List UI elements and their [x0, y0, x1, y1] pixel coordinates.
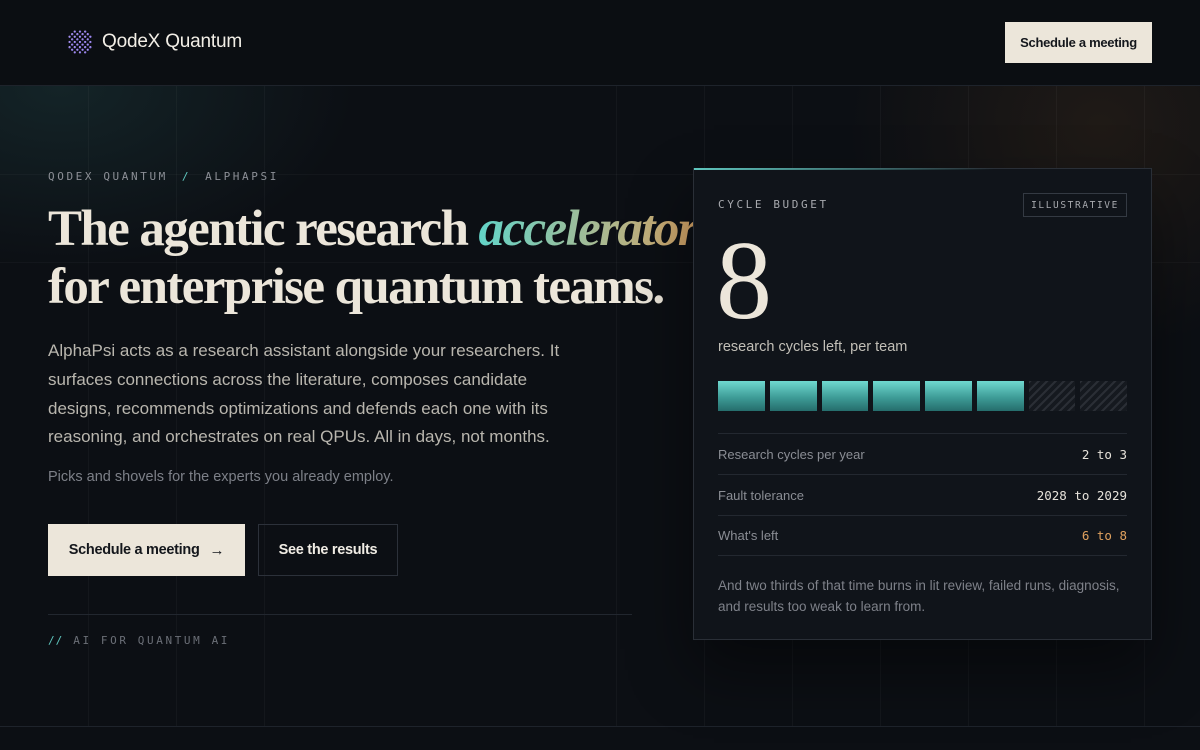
logo-dot	[89, 35, 92, 38]
logo-dot	[73, 35, 76, 38]
logo-dot	[78, 46, 82, 49]
headline-line2: for enterprise quantum teams.	[48, 259, 665, 315]
cycle-block-filled	[925, 381, 972, 411]
cycles-left-subtitle: research cycles left, per team	[718, 339, 908, 355]
cycle-block-filled	[976, 381, 1024, 411]
cycle-block-filled	[821, 381, 869, 411]
schedule-meeting-label: Schedule a meeting	[68, 542, 200, 558]
stat-label: Fault tolerance	[718, 487, 804, 503]
section-divider	[0, 726, 1200, 727]
headline-accent: accelerator	[478, 201, 698, 257]
brand-name: QodeX Quantum	[102, 31, 242, 52]
page-title: The agentic research accelerator for ent…	[48, 200, 698, 316]
logo-dot	[86, 33, 89, 36]
stat-value: 2 to 3	[1081, 446, 1127, 462]
logo-dot	[81, 43, 84, 46]
logo-dot	[84, 51, 87, 54]
logo-dot	[73, 51, 76, 54]
logo-dot	[81, 33, 84, 36]
logo-dot	[73, 46, 76, 49]
logo-dot	[89, 46, 92, 49]
logo-dot	[81, 38, 84, 41]
logo-dot	[68, 40, 71, 44]
stat-row: What's left 6 to 8	[718, 515, 1127, 556]
illustrative-badge: ILLUSTRATIVE	[1023, 193, 1127, 217]
logo-dot	[89, 40, 92, 44]
logo-dot	[76, 33, 79, 36]
stat-label: Research cycles per year	[718, 446, 865, 462]
site-header: QodeX Quantum Schedule a meeting	[0, 0, 1200, 86]
logo-dot	[84, 40, 87, 44]
hero-tagline: Picks and shovels for the experts you al…	[48, 469, 394, 485]
logo-dot	[71, 43, 74, 46]
logo-dot	[86, 38, 89, 41]
cycle-block-filled	[718, 381, 765, 411]
logo-dot	[76, 38, 79, 41]
stat-row: Research cycles per year 2 to 3	[718, 433, 1127, 474]
schedule-meeting-header-button[interactable]: Schedule a meeting	[1005, 22, 1152, 63]
schedule-meeting-button[interactable]: Schedule a meeting →	[48, 524, 245, 576]
logo-dot	[76, 43, 79, 46]
stat-value: 6 to 8	[1081, 528, 1127, 543]
headline-line1: The agentic research	[48, 201, 479, 257]
logo-dot	[86, 48, 89, 51]
stat-label: What's left	[718, 528, 779, 543]
logo-dot	[78, 40, 82, 44]
logo-dot	[84, 35, 87, 38]
cycle-block-empty	[1080, 381, 1127, 411]
see-results-button[interactable]: See the results	[258, 524, 398, 576]
footnote-slashes: //	[48, 634, 64, 647]
cycle-block-filled	[873, 381, 920, 411]
logo-dot	[84, 30, 87, 33]
logo-dot	[68, 35, 71, 38]
card-accent-line	[694, 168, 994, 170]
logo-dot	[71, 48, 74, 51]
stat-value: 2028 to 2029	[1036, 487, 1127, 503]
brand-logo[interactable]: QodeX Quantum	[64, 26, 242, 58]
logo-dot	[81, 48, 84, 51]
cycle-block-empty	[1028, 381, 1076, 411]
cycle-block-filled	[769, 381, 817, 411]
footnote-text: AI FOR QUANTUM AI	[73, 634, 231, 647]
logo-dot	[68, 46, 71, 49]
grid-line	[616, 86, 617, 726]
card-label: CYCLE BUDGET	[718, 198, 829, 211]
logo-dot	[78, 51, 82, 54]
stat-row: Fault tolerance 2028 to 2029	[718, 474, 1127, 515]
logo-dot	[86, 43, 89, 46]
logo-dot	[78, 35, 82, 38]
cycle-budget-card: CYCLE BUDGET ILLUSTRATIVE 8 research cyc…	[693, 168, 1152, 640]
logo-dot	[76, 48, 79, 51]
breadcrumb-company[interactable]: QODEX QUANTUM	[48, 170, 168, 183]
logo-dot	[73, 40, 76, 44]
hero-divider	[48, 614, 632, 615]
card-note: And two thirds of that time burns in lit…	[718, 578, 1120, 614]
breadcrumb-product: ALPHAPSI	[205, 170, 279, 183]
hero-footnote: // AI FOR QUANTUM AI	[48, 634, 230, 647]
breadcrumb-separator: /	[181, 170, 192, 183]
logo-dot	[84, 46, 87, 49]
cycles-left-number: 8	[716, 219, 772, 343]
arrow-right-icon: →	[209, 541, 225, 559]
logo-dot	[71, 38, 74, 41]
breadcrumb: QODEX QUANTUM / ALPHAPSI	[48, 170, 279, 183]
hero-description: AlphaPsi acts as a research assistant al…	[48, 341, 560, 447]
logo-dot	[71, 33, 74, 36]
cycle-meter	[718, 381, 1127, 411]
card-stats: Research cycles per year 2 to 3 Fault tole…	[718, 433, 1127, 556]
qodex-lattice-logo-icon	[68, 30, 92, 54]
logo-dot	[73, 30, 76, 33]
logo-dot	[78, 30, 82, 33]
